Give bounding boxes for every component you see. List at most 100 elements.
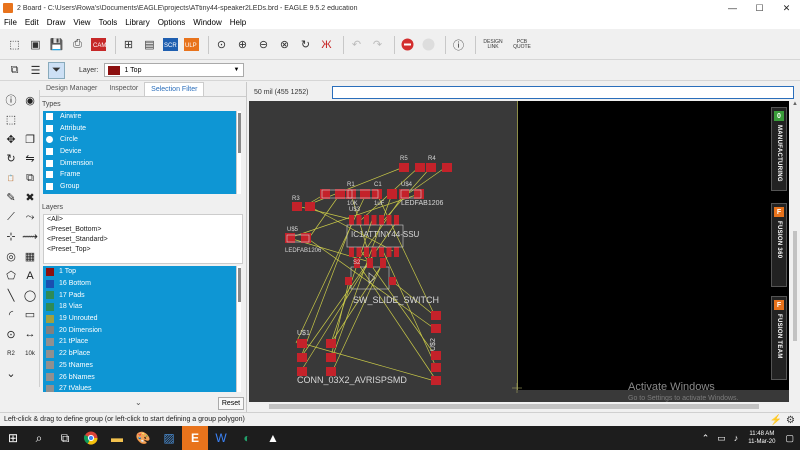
type-item[interactable]: Circle xyxy=(43,134,236,146)
pcb-drawing[interactable]: R5 R4R1 C1 U$4R310K 1uF LEDFAB1206U$3IC1ATTIN… xyxy=(249,101,789,402)
hole-icon[interactable]: ⊙ xyxy=(3,326,19,342)
info-icon[interactable]: ⓘ xyxy=(3,92,19,108)
reset-button[interactable]: Reset xyxy=(218,397,244,410)
ulp-icon[interactable]: ULP xyxy=(183,36,200,53)
canvas-horizontal-scrollbar[interactable] xyxy=(249,402,790,411)
redraw-icon[interactable]: ↻ xyxy=(297,36,314,53)
notifications-icon[interactable]: ▢ xyxy=(785,433,794,444)
layer-presets-list[interactable]: <All> <Preset_Bottom> <Preset_Standard> <Pr… xyxy=(43,214,243,264)
type-item[interactable]: Group xyxy=(43,181,236,193)
design-link-icon[interactable]: DESIGN LINK xyxy=(480,36,506,53)
layer-item[interactable]: 21 tPlace xyxy=(43,336,236,348)
undo-icon[interactable]: ↶ xyxy=(348,36,365,53)
board-icon[interactable]: ▤ xyxy=(141,36,158,53)
zoom-select-icon[interactable]: ⊗ xyxy=(276,36,293,53)
tab-inspector[interactable]: Inspector xyxy=(103,82,144,96)
layer-item[interactable]: 18 Vias xyxy=(43,301,236,313)
layer-item[interactable]: 20 Dimension xyxy=(43,324,236,336)
word-icon[interactable]: W xyxy=(208,426,234,450)
layers-scrollbar[interactable] xyxy=(236,266,241,392)
delete-icon[interactable]: ✖ xyxy=(22,190,38,206)
zoom-out-icon[interactable]: ⊖ xyxy=(255,36,272,53)
search-icon[interactable]: ⌕ xyxy=(26,426,52,450)
rect-icon[interactable]: ▭ xyxy=(22,307,38,323)
types-scrollbar[interactable] xyxy=(236,111,241,194)
chevron-down-icon[interactable]: ⌄ xyxy=(135,398,142,407)
chrome-icon[interactable] xyxy=(78,426,104,450)
help-icon[interactable]: ⓘ xyxy=(450,36,467,53)
layer-settings-icon[interactable]: ⧉ xyxy=(6,62,23,79)
polygon-icon[interactable]: ⬠ xyxy=(3,268,19,284)
board-canvas[interactable]: R5 R4 R1 C1 U$4 R3 10K 1uF LEDFAB1206 U$3 IC1ATTIN… xyxy=(249,101,789,402)
select-icon[interactable]: ⬚ xyxy=(3,112,19,128)
text-icon[interactable]: A xyxy=(22,268,38,284)
type-item[interactable]: Airwire xyxy=(43,111,236,123)
type-item[interactable]: Frame xyxy=(43,169,236,181)
task-view-icon[interactable]: ⧉ xyxy=(52,426,78,450)
menu-window[interactable]: Window xyxy=(189,18,225,27)
side-tab-manufacturing[interactable]: 0 MANUFACTURING xyxy=(771,107,787,191)
clock[interactable]: 11:48 AM 11-Mar-20 xyxy=(748,430,775,446)
layer-select[interactable]: 1 Top ▼ xyxy=(104,63,245,77)
optimize-icon[interactable]: ⟿ xyxy=(22,229,38,245)
signal-icon[interactable]: ▦ xyxy=(22,248,38,264)
command-input[interactable] xyxy=(332,85,794,99)
move-icon[interactable]: ✥ xyxy=(3,131,19,147)
copy-icon[interactable]: ❐ xyxy=(22,131,38,147)
type-item[interactable]: Dimension xyxy=(43,157,236,169)
tab-design-manager[interactable]: Design Manager xyxy=(40,82,103,96)
script-icon[interactable]: SCR xyxy=(162,36,179,53)
windows-start-icon[interactable]: ⊞ xyxy=(0,426,26,450)
type-item[interactable]: Attribute xyxy=(43,123,236,135)
via-icon[interactable]: ◎ xyxy=(3,248,19,264)
scroll-thumb[interactable] xyxy=(269,404,759,409)
side-tab-fusion-360[interactable]: F FUSION 360 xyxy=(771,203,787,287)
preset-item[interactable]: <Preset_Bottom> xyxy=(44,225,242,235)
group-icon[interactable]: ⧉ xyxy=(22,170,38,186)
layer-item[interactable]: 17 Pads xyxy=(43,289,236,301)
cam-icon[interactable]: CAM xyxy=(90,36,107,53)
print-icon[interactable]: ⎙ xyxy=(69,36,86,53)
layer-item[interactable]: 16 Bottom xyxy=(43,278,236,290)
r2-icon[interactable]: R2 xyxy=(3,346,19,362)
gear-icon[interactable]: ⚙ xyxy=(786,415,795,426)
more-icon[interactable]: ⌄ xyxy=(3,365,19,381)
redo-icon[interactable]: ↷ xyxy=(369,36,386,53)
edge-icon[interactable]: ◐ xyxy=(234,426,260,450)
chevron-up-icon[interactable]: ⌃ xyxy=(702,433,710,444)
maximize-button[interactable]: ☐ xyxy=(746,3,773,14)
layer-item[interactable]: 25 tNames xyxy=(43,360,236,372)
menu-view[interactable]: View xyxy=(69,18,94,27)
preset-item[interactable]: <Preset_Standard> xyxy=(44,235,242,245)
eye-icon[interactable]: ◉ xyxy=(22,92,38,108)
preset-item[interactable]: <Preset_Top> xyxy=(44,245,242,255)
canvas-vertical-scrollbar[interactable]: ▲ xyxy=(790,101,800,402)
dimension-icon[interactable]: ↔ xyxy=(22,326,38,342)
line-icon[interactable]: ╲ xyxy=(3,287,19,303)
file-explorer-icon[interactable]: ▬ xyxy=(104,426,130,450)
zoom-in-icon[interactable]: ⊕ xyxy=(234,36,251,53)
circle-icon[interactable]: ◯ xyxy=(22,287,38,303)
ratsnest-icon[interactable]: Ж xyxy=(318,36,335,53)
value-icon[interactable]: 10k xyxy=(22,346,38,362)
speaker-icon[interactable]: ♪ xyxy=(734,433,739,443)
layer-item[interactable]: 26 bNames xyxy=(43,371,236,383)
layer-item[interactable]: 1 Top xyxy=(43,266,236,278)
open-icon[interactable]: ▣ xyxy=(27,36,44,53)
menu-tools[interactable]: Tools xyxy=(95,18,122,27)
tab-selection-filter[interactable]: Selection Filter xyxy=(144,82,205,96)
menu-library[interactable]: Library xyxy=(121,18,153,27)
close-button[interactable]: ✕ xyxy=(773,3,800,14)
types-list[interactable]: Airwire Attribute Circle Device Dimension Fra… xyxy=(43,111,236,194)
rotate-icon[interactable]: ↻ xyxy=(3,151,19,167)
go-icon[interactable] xyxy=(420,36,437,53)
layer-item[interactable]: 19 Unrouted xyxy=(43,313,236,325)
media-icon[interactable]: ▲ xyxy=(260,426,286,450)
preset-item[interactable]: <All> xyxy=(44,215,242,225)
menu-file[interactable]: File xyxy=(0,18,21,27)
layer-item[interactable]: 22 bPlace xyxy=(43,348,236,360)
eagle-taskbar-icon[interactable]: E xyxy=(182,426,208,450)
photos-icon[interactable]: ▨ xyxy=(156,426,182,450)
schematic-icon[interactable]: ⊞ xyxy=(120,36,137,53)
zoom-fit-icon[interactable]: ⊙ xyxy=(213,36,230,53)
